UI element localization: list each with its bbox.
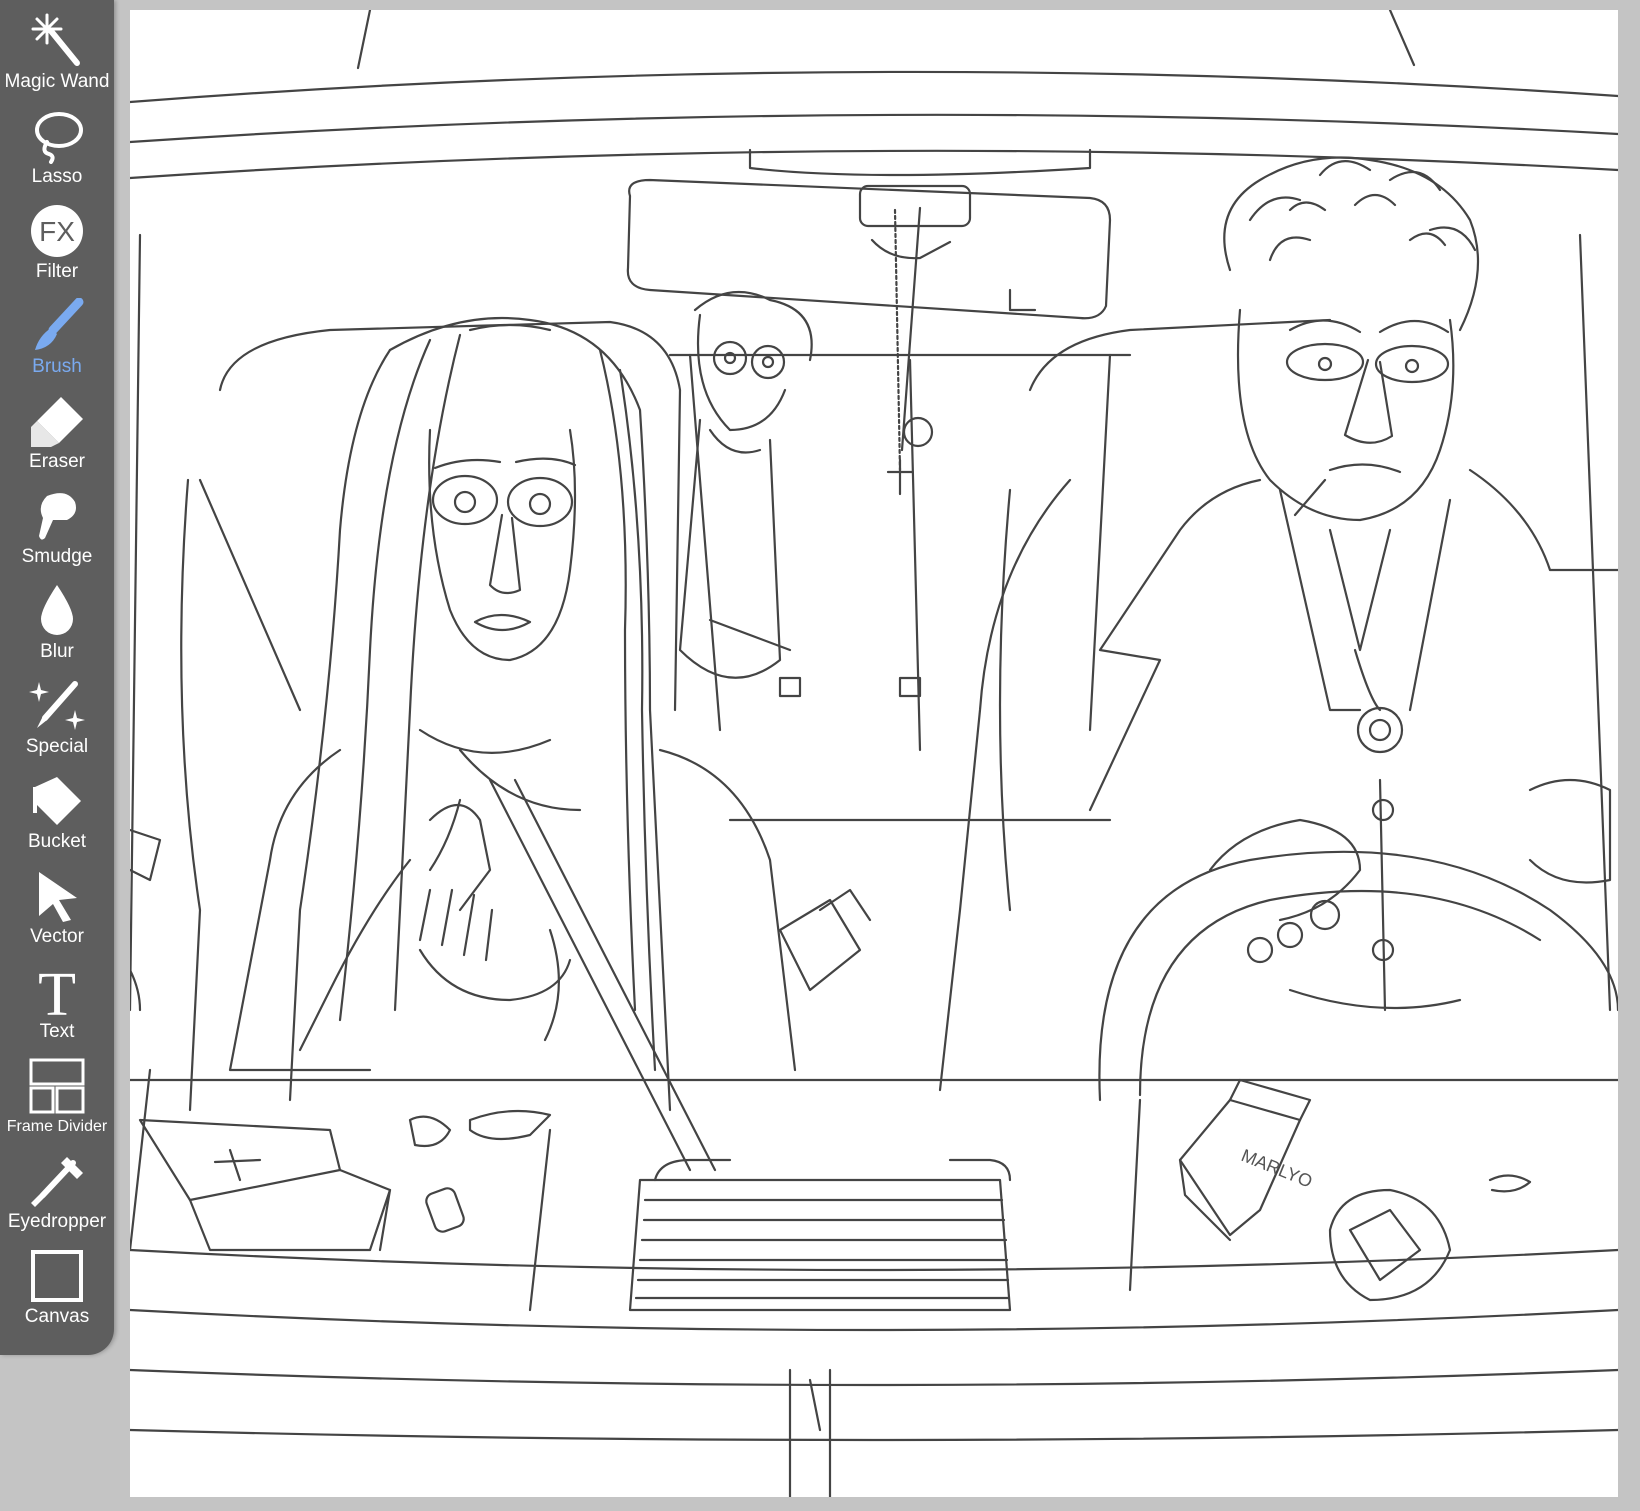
tool-label: Blur: [40, 641, 74, 662]
tool-filter[interactable]: FX Filter: [0, 190, 114, 282]
car-interior-sketch: MARLYO: [130, 10, 1618, 1497]
tool-label: Filter: [35, 261, 79, 282]
text-icon-glyph: T: [38, 963, 76, 1019]
tool-smudge[interactable]: Smudge: [0, 475, 114, 567]
tool-label: Lasso: [31, 166, 83, 187]
tool-blur[interactable]: Blur: [0, 570, 114, 662]
tool-label: Brush: [32, 356, 82, 377]
tool-brush[interactable]: Brush: [0, 285, 114, 377]
tool-label: Bucket: [27, 831, 87, 852]
special-icon: [29, 681, 85, 730]
tool-special[interactable]: Special: [0, 665, 114, 757]
tool-magic-wand[interactable]: Magic Wand: [0, 0, 114, 92]
lasso-icon: [35, 112, 83, 164]
cigarette-pack-label: MARLYO: [1239, 1145, 1316, 1192]
brush-icon: [35, 298, 84, 350]
tool-label: Smudge: [21, 546, 93, 567]
tool-sidebar: Magic Wand Lasso FX Filter Brush Eraser: [0, 0, 114, 1355]
bucket-icon: [33, 777, 81, 825]
drop-icon: [41, 585, 73, 635]
tool-canvas[interactable]: Canvas: [0, 1235, 114, 1327]
drawing-canvas[interactable]: MARLYO: [130, 10, 1618, 1497]
tool-frame-divider[interactable]: Frame Divider: [0, 1045, 114, 1137]
vector-arrow-icon: [39, 872, 77, 922]
text-icon: T: [38, 963, 76, 1019]
tool-label: Vector: [30, 926, 84, 947]
tool-label: Frame Divider: [6, 1118, 108, 1135]
tool-bucket[interactable]: Bucket: [0, 760, 114, 852]
tool-text[interactable]: T Text: [0, 950, 114, 1042]
tool-label: Eyedropper: [7, 1211, 107, 1232]
frame-divider-icon: [29, 1058, 85, 1114]
tool-lasso[interactable]: Lasso: [0, 95, 114, 187]
tool-label: Magic Wand: [4, 71, 110, 92]
tool-label: Eraser: [29, 451, 85, 472]
smudge-icon: [39, 493, 76, 540]
fx-icon-text: FX: [39, 216, 75, 247]
canvas-icon: [31, 1250, 83, 1302]
tool-label: Canvas: [24, 1306, 90, 1327]
eyedropper-icon: [31, 1157, 83, 1207]
tool-label: Text: [39, 1021, 75, 1042]
fx-icon: FX: [31, 205, 83, 257]
magic-wand-icon: [31, 13, 80, 66]
tool-label: Special: [25, 736, 89, 757]
tool-vector[interactable]: Vector: [0, 855, 114, 947]
tool-eraser[interactable]: Eraser: [0, 380, 114, 472]
tool-eyedropper[interactable]: Eyedropper: [0, 1140, 114, 1232]
eraser-icon: [31, 397, 83, 447]
